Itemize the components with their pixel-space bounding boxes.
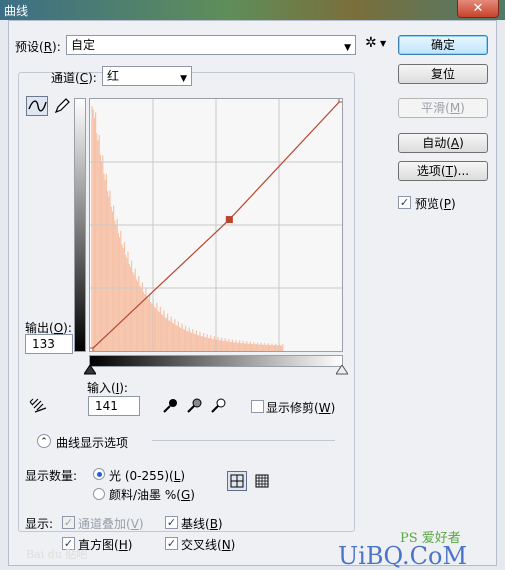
show-label: 显示:: [25, 517, 54, 531]
detailed-grid-button[interactable]: [253, 472, 271, 490]
input-label: 输入(I):: [87, 381, 128, 395]
close-button[interactable]: ✕: [457, 0, 499, 18]
curve-point: [338, 95, 346, 103]
eyedropper-gray-icon: [187, 398, 202, 413]
pigment-label: 颜料/油墨 %(G): [109, 488, 195, 502]
chevron-down-icon: ▼: [344, 43, 351, 53]
grid-10x10-icon: [255, 474, 269, 488]
curve-point: [86, 347, 94, 355]
gray-point-eyedropper[interactable]: [185, 397, 203, 418]
gear-icon[interactable]: ✲: [365, 35, 377, 51]
auto-button[interactable]: 自动(A): [398, 133, 488, 153]
ok-button[interactable]: 确定: [398, 35, 488, 55]
grid-4x4-icon: [230, 474, 244, 488]
preview-checkbox[interactable]: ✓: [398, 196, 411, 209]
curve-canvas[interactable]: [86, 95, 346, 355]
output-field[interactable]: 133: [25, 334, 73, 354]
chevron-down-icon: ▼: [180, 74, 187, 84]
show-amount-label: 显示数量:: [25, 469, 78, 483]
window-title: 曲线: [4, 4, 29, 18]
black-point-eyedropper[interactable]: [161, 397, 179, 418]
eyedropper-white-icon: [211, 398, 226, 413]
pencil-tool[interactable]: [53, 97, 71, 115]
curves-dialog: 曲线 ✕ 预设(R): 自定 ▼ ✲ ▼ 确定 复位 平滑(M) 自动(A) 选…: [0, 0, 505, 570]
preset-label: 预设(R):: [15, 40, 61, 54]
hand-icon: [29, 398, 47, 413]
light-label: 光 (0-255)(L): [109, 469, 186, 483]
preset-value: 自定: [71, 38, 96, 52]
options-button[interactable]: 选项(T)...: [398, 161, 488, 181]
input-field[interactable]: 141: [88, 396, 140, 416]
chevron-up-icon: ⌃: [40, 437, 48, 447]
channel-overlay-checkbox: ✓: [62, 516, 75, 529]
baseline-checkbox[interactable]: ✓: [165, 516, 178, 529]
close-icon: ✕: [472, 1, 484, 16]
input-gradient-bar: [89, 355, 343, 367]
gear-menu-arrow-icon[interactable]: ▼: [380, 39, 386, 48]
intersection-checkbox[interactable]: ✓: [165, 537, 178, 550]
black-point-slider[interactable]: [84, 365, 96, 375]
channel-select[interactable]: 红 ▼: [102, 66, 192, 86]
baidu-watermark: Bai du 贴吧: [26, 548, 88, 561]
curve-options-label: 曲线显示选项: [56, 436, 129, 450]
curve-point-tool[interactable]: [26, 96, 48, 116]
light-radio[interactable]: [93, 468, 105, 480]
baseline-label: 基线(B): [181, 517, 223, 531]
output-gradient-bar: [74, 98, 86, 352]
smooth-button: 平滑(M): [398, 98, 488, 118]
curve-graph[interactable]: [86, 95, 346, 355]
show-clipping-label: 显示修剪(W): [266, 401, 336, 415]
pigment-radio[interactable]: [93, 488, 105, 500]
white-point-eyedropper[interactable]: [209, 397, 227, 418]
simple-grid-button[interactable]: [227, 471, 247, 491]
show-clipping-checkbox[interactable]: [251, 400, 264, 413]
reset-button[interactable]: 复位: [398, 64, 488, 84]
brand-watermark: UiBQ.CoM: [338, 542, 468, 570]
channel-overlay-label: 通道叠加(V): [78, 517, 144, 531]
eyedropper-black-icon: [163, 399, 177, 413]
intersection-label: 交叉线(N): [181, 538, 236, 552]
pencil-icon: [54, 98, 70, 114]
preset-select[interactable]: 自定 ▼: [66, 35, 356, 55]
expand-options-button[interactable]: ⌃: [37, 434, 51, 448]
white-point-slider[interactable]: [336, 365, 348, 375]
curve-point: [225, 216, 233, 224]
channel-label: 通道(C):: [51, 71, 97, 85]
channel-value: 红: [107, 69, 120, 83]
curve-tool-icon: [28, 100, 47, 112]
title-bar[interactable]: 曲线 ✕: [0, 0, 505, 20]
separator: [152, 440, 335, 441]
on-image-adjust-tool[interactable]: [29, 396, 51, 416]
preview-label: 预览(P): [415, 197, 456, 211]
